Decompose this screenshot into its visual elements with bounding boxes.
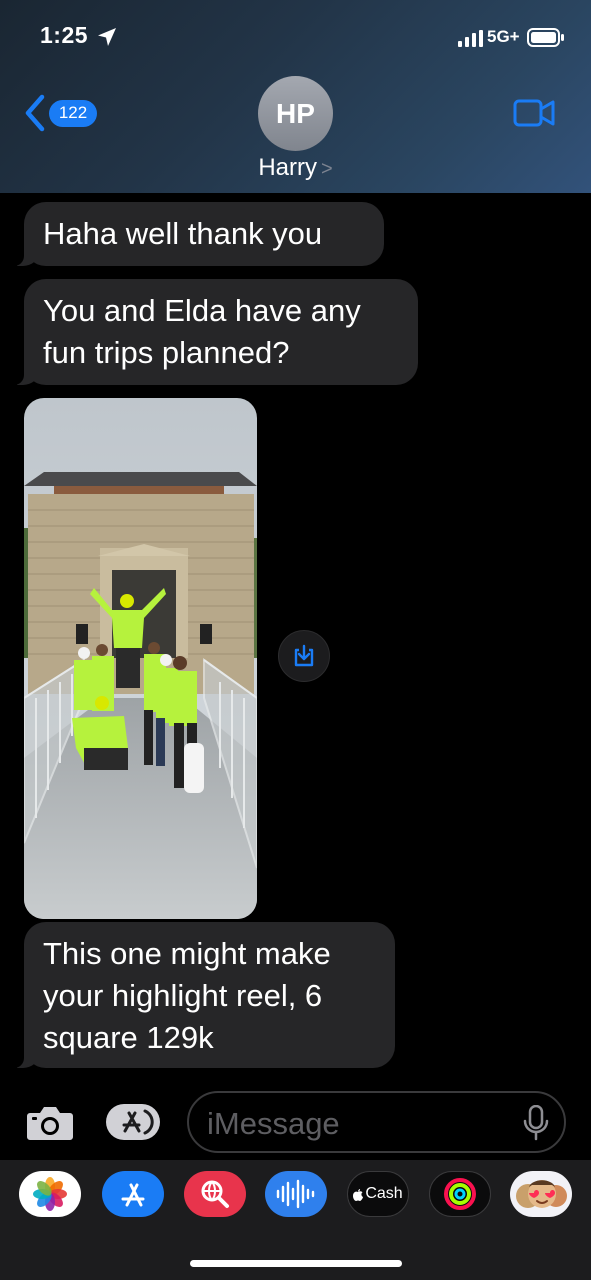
activity-rings-icon — [444, 1178, 476, 1210]
app-store-apps-icon[interactable] — [105, 1103, 161, 1141]
chevron-left-icon — [25, 94, 45, 132]
imessage-placeholder: iMessage — [207, 1106, 340, 1141]
home-indicator[interactable] — [190, 1260, 402, 1267]
video-call-icon[interactable] — [513, 99, 555, 127]
message-text-line: fun trips planned? — [43, 335, 290, 370]
message-text: Haha well thank you — [43, 216, 323, 251]
photo-workers-on-bridge — [24, 398, 257, 919]
app-store-icon[interactable] — [102, 1171, 164, 1217]
photo-attachment[interactable] — [24, 398, 257, 919]
photos-app-icon[interactable] — [19, 1171, 81, 1217]
back-button[interactable]: 122 — [25, 94, 97, 132]
memoji-icon[interactable] — [510, 1171, 572, 1217]
waveform-icon — [276, 1179, 315, 1209]
apple-logo-icon — [353, 1188, 364, 1201]
status-time: 1:25 — [40, 22, 89, 48]
location-arrow-icon — [98, 28, 116, 46]
audio-message-icon[interactable] — [265, 1171, 327, 1217]
message-text-line: your highlight reel, 6 — [43, 978, 323, 1013]
cellular-signal-icon — [458, 30, 483, 47]
battery-icon — [527, 28, 564, 47]
contact-name-button[interactable]: Harry > — [0, 154, 591, 182]
memoji-faces-icon — [516, 1180, 567, 1208]
apple-cash-icon[interactable]: Cash — [347, 1171, 409, 1217]
message-text-line: square 129k — [43, 1020, 214, 1055]
download-tray-icon — [294, 644, 314, 667]
unread-count-badge: 122 — [49, 99, 97, 127]
save-to-photos-button[interactable] — [278, 630, 330, 682]
contact-avatar[interactable]: HP — [258, 76, 333, 151]
message-bubble[interactable]: You and Elda have any fun trips planned? — [10, 279, 418, 385]
globe-search-icon — [201, 1180, 229, 1208]
message-bubble[interactable]: This one might make your highlight reel,… — [10, 922, 395, 1068]
imessage-input[interactable]: iMessage — [187, 1091, 566, 1153]
network-type: 5G+ — [487, 27, 520, 46]
camera-icon[interactable] — [26, 1105, 74, 1141]
message-text-line: You and Elda have any — [43, 293, 361, 328]
conversation-header: 1:25 5G+ 122 HP Harry > — [0, 0, 591, 193]
images-search-icon[interactable] — [184, 1171, 246, 1217]
apple-cash-label: Cash — [365, 1185, 403, 1202]
message-bubble[interactable]: Haha well thank you — [10, 202, 384, 266]
fitness-icon[interactable] — [429, 1171, 491, 1217]
message-text-line: This one might make — [43, 936, 331, 971]
status-bar: 1:25 5G+ — [0, 0, 591, 70]
microphone-icon[interactable] — [522, 1105, 550, 1141]
photos-flower-icon — [33, 1177, 67, 1211]
app-store-a-icon — [121, 1183, 145, 1207]
chevron-right-icon: > — [320, 158, 333, 180]
contact-name: Harry — [258, 154, 317, 181]
